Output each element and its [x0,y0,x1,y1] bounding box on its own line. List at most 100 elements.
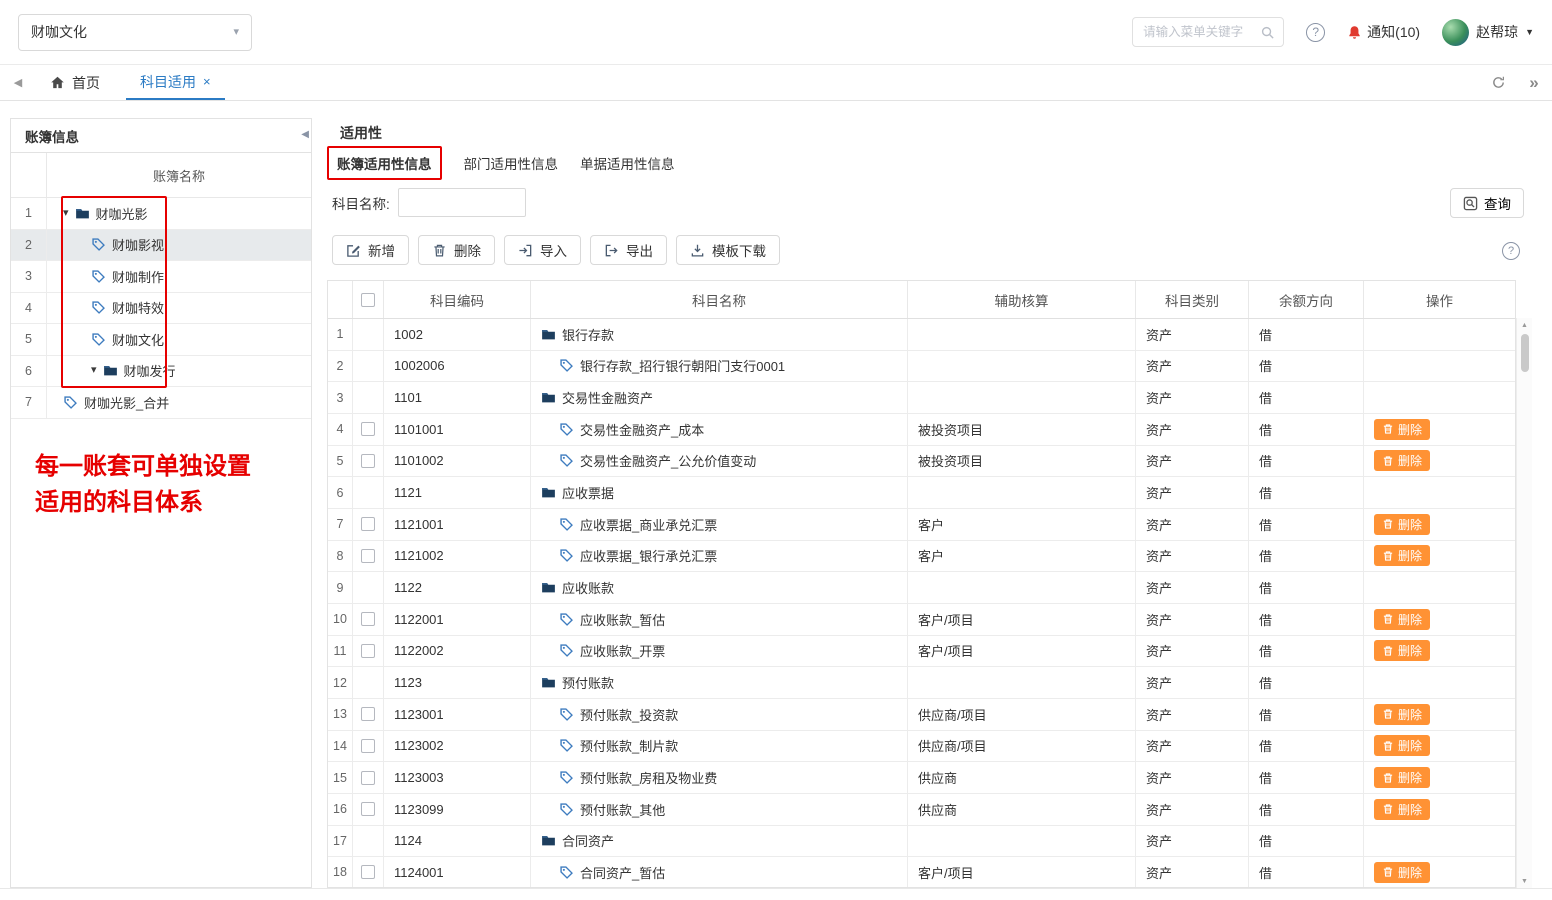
collapse-panel-icon[interactable]: ◀ [301,129,309,140]
book-name-label: 财咖光影_合并 [84,393,169,412]
row-checkbox[interactable] [361,549,375,563]
delete-button[interactable]: 删除 [418,235,495,265]
book-name-cell[interactable]: 财咖光影_合并 [47,387,311,418]
subject-table-row: 31101交易性金融资产资产借 [328,382,1515,414]
sidebar-book-row[interactable]: 1▾财咖光影 [11,198,311,230]
org-select[interactable]: 财咖文化 ▾ [18,14,252,51]
balance-direction-cell: 借 [1249,762,1364,793]
delete-row-button[interactable]: 删除 [1374,450,1430,471]
book-name-cell[interactable]: ▾财咖光影 [47,198,311,229]
tag-icon [559,422,574,437]
delete-row-button[interactable]: 删除 [1374,609,1430,630]
sidebar-book-row[interactable]: 6▾财咖发行 [11,356,311,388]
delete-row-button[interactable]: 删除 [1374,799,1430,820]
checkbox-cell [353,509,384,540]
table-scrollbar[interactable]: ▲ ▼ [1516,318,1532,888]
subject-code-cell: 1101001 [384,414,531,445]
template-download-button[interactable]: 模板下载 [676,235,780,265]
export-button[interactable]: 导出 [590,235,667,265]
balance-direction-cell: 借 [1249,477,1364,508]
row-number: 5 [328,446,353,477]
sidebar-book-row[interactable]: 5财咖文化 [11,324,311,356]
row-checkbox[interactable] [361,454,375,468]
row-checkbox[interactable] [361,644,375,658]
search-icon[interactable] [1260,25,1275,40]
delete-label: 删除 [454,240,481,260]
user-menu[interactable]: 赵帮琼 ▼ [1442,19,1534,46]
sidebar-book-row[interactable]: 4财咖特效 [11,293,311,325]
delete-row-button[interactable]: 删除 [1374,767,1430,788]
row-checkbox[interactable] [361,612,375,626]
row-checkbox[interactable] [361,771,375,785]
sidebar-rows: 1▾财咖光影2财咖影视3财咖制作4财咖特效5财咖文化6▾财咖发行7财咖光影_合并 [11,198,311,419]
balance-direction-cell: 借 [1249,636,1364,667]
query-button[interactable]: 查询 [1450,188,1524,218]
tab-document-applicability[interactable]: 单据适用性信息 [580,153,675,173]
refresh-button[interactable] [1480,65,1516,100]
book-name-cell[interactable]: 财咖制作 [47,261,311,292]
row-checkbox[interactable] [361,802,375,816]
tree-expand-icon[interactable]: ▾ [63,208,69,219]
home-tab[interactable]: 首页 [36,65,114,100]
book-name-cell[interactable]: ▾财咖发行 [47,356,311,387]
tab-subject-apply[interactable]: 科目适用 × [126,65,225,100]
row-checkbox[interactable] [361,517,375,531]
forward-button[interactable]: » [1516,65,1552,100]
operation-cell: 删除 [1364,509,1515,540]
delete-row-button[interactable]: 删除 [1374,704,1430,725]
delete-row-label: 删除 [1398,611,1422,628]
sidebar-book-row[interactable]: 3财咖制作 [11,261,311,293]
operation-cell [1364,477,1515,508]
subject-name-cell: 合同资产 [531,826,908,857]
subject-name-label: 合同资产 [562,831,614,850]
menu-search[interactable] [1132,17,1284,47]
scrollbar-thumb[interactable] [1521,334,1529,372]
trash-icon [1382,772,1394,784]
balance-direction-cell: 借 [1249,794,1364,825]
subject-category-cell: 资产 [1136,636,1249,667]
row-number: 18 [328,857,353,888]
row-checkbox[interactable] [361,865,375,879]
help-icon[interactable]: ? [1306,23,1325,42]
export-icon [604,243,619,258]
refresh-icon [1491,75,1506,90]
sidebar-book-row[interactable]: 2财咖影视 [11,230,311,262]
notifications-button[interactable]: 通知(10) [1347,22,1420,42]
tab-book-applicability[interactable]: 账簿适用性信息 [327,146,442,180]
tree-expand-icon[interactable]: ▾ [91,365,97,376]
operation-cell [1364,319,1515,350]
subject-name-label: 科目名称: [332,193,390,213]
add-button[interactable]: 新增 [332,235,409,265]
help-icon[interactable]: ? [1502,242,1520,260]
delete-row-button[interactable]: 删除 [1374,419,1430,440]
book-name-cell[interactable]: 财咖影视 [47,230,311,261]
annotation-line: 每一账套可单独设置 [35,449,251,485]
trash-icon [1382,803,1394,815]
scroll-up-arrow[interactable]: ▲ [1517,318,1532,332]
delete-row-button[interactable]: 删除 [1374,514,1430,535]
subject-code-cell: 1124 [384,826,531,857]
subject-category-cell: 资产 [1136,541,1249,572]
row-checkbox[interactable] [361,707,375,721]
delete-row-button[interactable]: 删除 [1374,545,1430,566]
subject-name-label: 交易性金融资产_公允价值变动 [580,451,756,470]
delete-row-button[interactable]: 删除 [1374,862,1430,883]
row-checkbox[interactable] [361,422,375,436]
aux-accounting-cell: 客户/项目 [908,604,1136,635]
close-icon[interactable]: × [203,74,211,89]
balance-direction-cell: 借 [1249,541,1364,572]
select-all-checkbox[interactable] [361,293,375,307]
row-checkbox[interactable] [361,739,375,753]
delete-row-button[interactable]: 删除 [1374,735,1430,756]
sidebar-book-row[interactable]: 7财咖光影_合并 [11,387,311,419]
menu-search-input[interactable] [1141,24,1254,40]
book-name-cell[interactable]: 财咖文化 [47,324,311,355]
delete-row-button[interactable]: 删除 [1374,640,1430,661]
subject-name-input[interactable] [398,188,526,217]
tab-department-applicability[interactable]: 部门适用性信息 [464,153,559,173]
scroll-down-arrow[interactable]: ▼ [1517,874,1532,888]
import-button[interactable]: 导入 [504,235,581,265]
nav-back-button[interactable]: ◀ [0,65,36,100]
subject-category-cell: 资产 [1136,826,1249,857]
book-name-cell[interactable]: 财咖特效 [47,293,311,324]
